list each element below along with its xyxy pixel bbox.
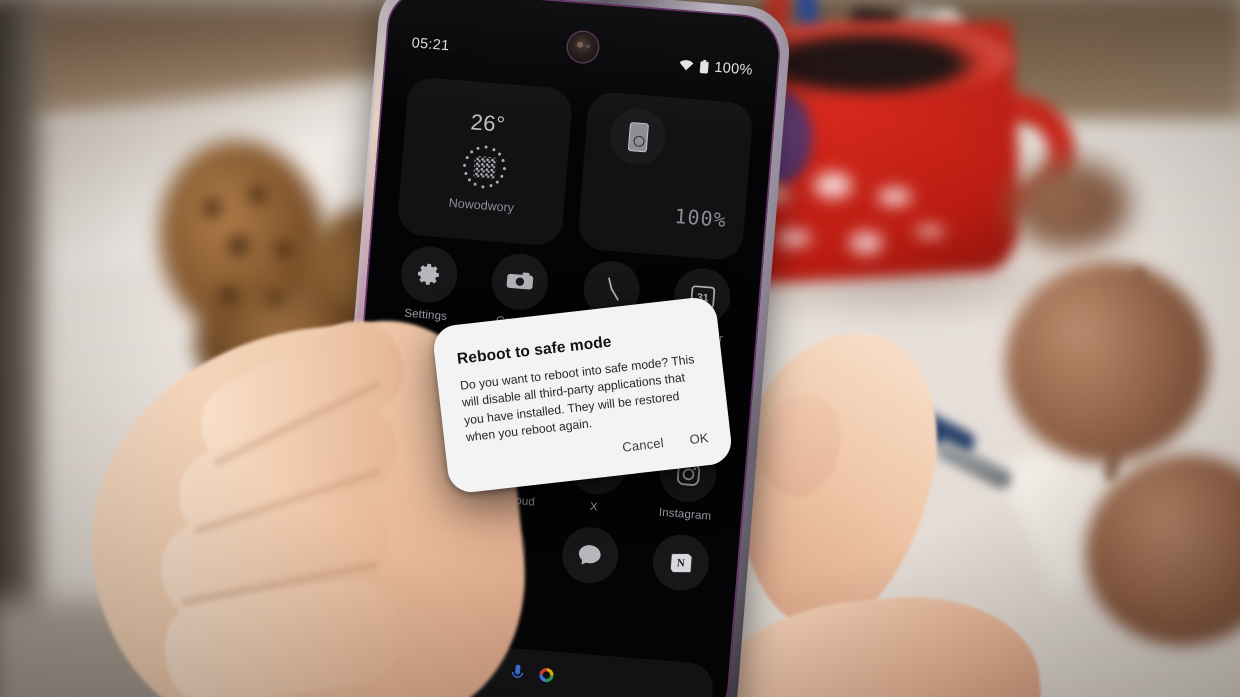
dock-messages[interactable]: Messages [541,524,638,606]
google-lens-icon[interactable] [536,665,556,689]
background-blur-blob [1010,160,1130,250]
app-label: Settings [403,307,448,323]
pinecone-texture [178,156,332,344]
phone-device-icon [607,106,669,167]
battery-widget-value: 100% [673,203,728,233]
cancel-button[interactable]: Cancel [621,435,664,455]
weather-location: Nowodwory [448,195,515,215]
battery-widget[interactable]: 100% [576,90,754,262]
gear-icon [398,244,460,305]
app-label: X [589,501,599,514]
battery-percent-label: 100% [713,59,754,79]
dialog-message: Do you want to reboot into safe mode? Th… [459,352,695,445]
battery-icon [699,59,709,74]
svg-text:N: N [677,557,686,570]
app-label: Instagram [658,506,712,523]
weather-temperature: 26° [469,109,507,137]
reboot-safe-mode-dialog: Reboot to safe mode Do you want to reboo… [431,295,734,495]
dock-notion[interactable]: N Notion [632,531,729,613]
notion-icon: N [651,532,712,593]
desk-left-shadow [0,0,40,697]
photo-scene: 05:21 100% 26° Nowodwory 100% Settings 3… [0,0,1240,697]
dialog-actions: Cancel OK [621,430,709,455]
camera-icon [490,251,551,312]
widget-row: 26° Nowodwory 100% [396,76,754,262]
wifi-icon [678,59,694,72]
weather-widget[interactable]: 26° Nowodwory [396,76,574,247]
app-settings[interactable]: Settings [380,243,477,325]
ok-button[interactable]: OK [689,430,710,447]
status-bar-clock: 05:21 [411,35,451,55]
assistant-mic-icon[interactable] [510,663,524,687]
message-bubble-icon [559,525,621,586]
sun-icon [460,143,510,193]
